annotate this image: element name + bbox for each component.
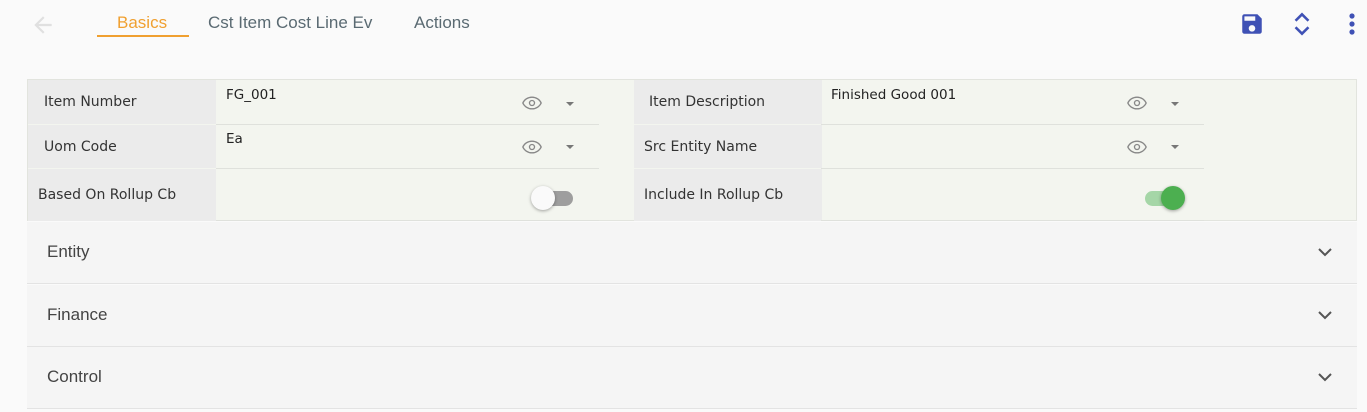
eye-icon[interactable]	[522, 96, 542, 110]
chevron-down-icon[interactable]	[1317, 244, 1333, 260]
tab-basics[interactable]: Basics	[117, 13, 167, 33]
item-number-label: Item Number	[28, 80, 216, 124]
active-tab-indicator	[97, 35, 189, 37]
section-title: Finance	[47, 305, 108, 324]
item-description-label: Item Description	[634, 80, 822, 124]
item-number-dropdown-icon[interactable]	[566, 102, 574, 106]
section-finance[interactable]: Finance	[27, 285, 1357, 347]
basics-form: Item Number FG_001 Item Description Fini…	[27, 79, 1357, 221]
based-on-rollup-underline	[216, 220, 599, 221]
item-number-underline	[216, 124, 599, 125]
item-number-field[interactable]: FG_001	[226, 87, 277, 103]
more-vertical-icon[interactable]	[1338, 10, 1366, 38]
eye-icon[interactable]	[1127, 140, 1147, 154]
item-description-underline	[821, 124, 1204, 125]
uom-code-underline	[216, 168, 599, 169]
eye-icon[interactable]	[522, 140, 542, 154]
eye-icon[interactable]	[1127, 96, 1147, 110]
tab-cst-item-cost-line-ev[interactable]: Cst Item Cost Line Ev	[208, 13, 372, 33]
back-arrow-icon[interactable]	[30, 12, 56, 38]
toggle-thumb	[1161, 186, 1185, 210]
section-title: Entity	[47, 242, 90, 261]
item-description-dropdown-icon[interactable]	[1171, 102, 1179, 106]
include-in-rollup-underline	[821, 220, 1204, 221]
based-on-rollup-cb-toggle[interactable]	[531, 186, 577, 210]
include-in-rollup-cb-toggle[interactable]	[1139, 186, 1185, 210]
based-on-rollup-cb-label: Based On Rollup Cb	[28, 169, 216, 221]
src-entity-name-dropdown-icon[interactable]	[1171, 145, 1179, 149]
expand-collapse-icon[interactable]	[1288, 10, 1316, 38]
section-entity[interactable]: Entity	[27, 222, 1357, 284]
top-toolbar: Basics Cst Item Cost Line Ev Actions	[0, 0, 1367, 50]
include-in-rollup-cb-label: Include In Rollup Cb	[634, 169, 822, 221]
chevron-down-icon[interactable]	[1317, 307, 1333, 323]
chevron-down-icon[interactable]	[1317, 369, 1333, 385]
src-entity-name-label: Src Entity Name	[634, 125, 822, 168]
item-description-field[interactable]: Finished Good 001	[831, 87, 956, 103]
section-control[interactable]: Control	[27, 347, 1357, 409]
uom-code-dropdown-icon[interactable]	[566, 145, 574, 149]
toggle-thumb	[531, 186, 555, 210]
tab-actions[interactable]: Actions	[414, 13, 470, 33]
uom-code-field[interactable]: Ea	[226, 131, 243, 147]
src-entity-name-underline	[821, 168, 1204, 169]
uom-code-label: Uom Code	[28, 125, 216, 168]
section-title: Control	[47, 367, 102, 386]
save-icon[interactable]	[1238, 10, 1266, 38]
